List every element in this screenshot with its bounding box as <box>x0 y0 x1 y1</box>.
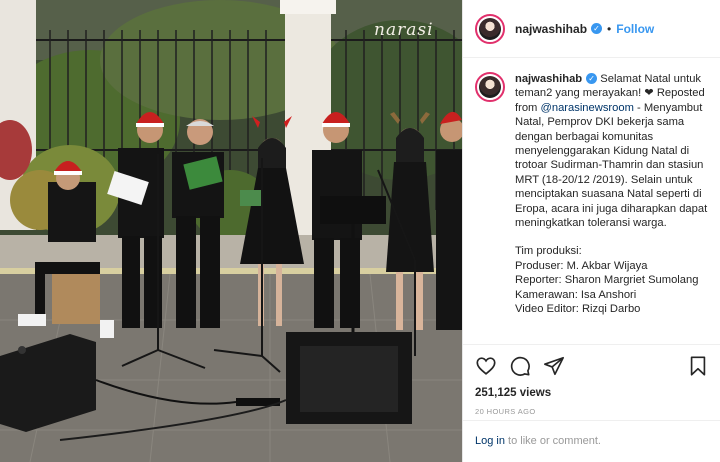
post-side-panel: najwashihab ✓ • Follow najwashihab ✓ Sela… <box>462 0 720 462</box>
login-link[interactable]: Log in <box>475 435 505 447</box>
heart-icon[interactable] <box>475 355 497 377</box>
separator-dot: • <box>607 21 612 36</box>
avatar-image <box>479 76 501 98</box>
caption-section: najwashihab ✓ Selamat Natal untuk teman2 … <box>463 58 720 344</box>
follow-button[interactable]: Follow <box>616 22 654 36</box>
mention-link[interactable]: @narasinewsroom <box>540 102 633 114</box>
verified-badge-icon: ✓ <box>586 73 598 84</box>
verified-badge-icon: ✓ <box>591 23 603 34</box>
comment-icon[interactable] <box>509 355 531 377</box>
avatar[interactable] <box>475 13 505 44</box>
avatar-image <box>479 17 501 40</box>
username-link[interactable]: najwashihab <box>515 22 587 36</box>
credits-title: Tim produksi: <box>515 245 582 258</box>
bookmark-icon[interactable] <box>687 355 709 377</box>
credit-line: Video Editor: Rizqi Darbo <box>515 303 641 316</box>
post-timestamp[interactable]: 20 HOURS AGO <box>475 407 709 416</box>
caption-body: - Menyambut Natal, Pemprov DKI bekerja s… <box>515 101 708 230</box>
login-prompt: Log in to like or comment. <box>463 420 720 462</box>
credit-line: Kamerawan: Isa Anshori <box>515 288 637 301</box>
caption-username-link[interactable]: najwashihab <box>515 73 582 85</box>
actions-section: 251,125 views 20 HOURS AGO <box>463 344 720 416</box>
narasi-watermark: narasi <box>374 20 434 40</box>
views-count[interactable]: 251,125 views <box>475 387 709 399</box>
paper-plane-icon[interactable] <box>543 355 565 377</box>
post-header: najwashihab ✓ • Follow <box>463 0 720 58</box>
credit-line: Reporter: Sharon Margriet Sumolang <box>515 274 699 287</box>
caption-avatar[interactable] <box>475 72 505 102</box>
choir-scene-image <box>0 0 462 462</box>
action-bar <box>475 353 709 379</box>
login-prompt-text: to like or comment. <box>504 435 601 447</box>
caption-text: najwashihab ✓ Selamat Natal untuk teman2 … <box>515 72 711 344</box>
credit-line: Produser: M. Akbar Wijaya <box>515 259 648 272</box>
video-frame[interactable]: narasi <box>0 0 462 462</box>
